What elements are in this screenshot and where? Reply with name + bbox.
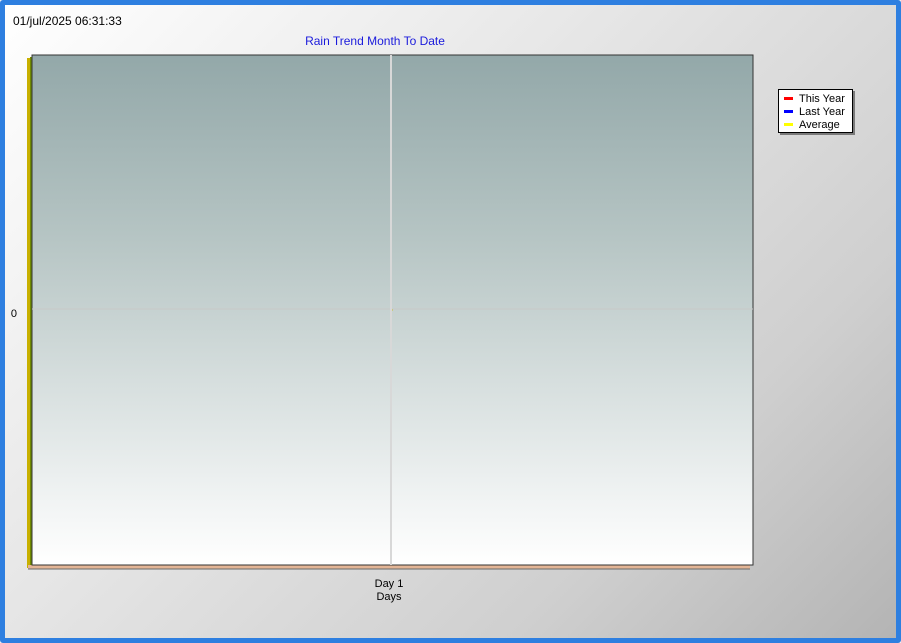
y-tick-label: 0	[11, 308, 17, 320]
x-axis-label: Days	[376, 591, 402, 603]
legend-swatch-last-year	[784, 110, 793, 113]
plot-floor	[28, 565, 750, 569]
legend-item-last-year: Last Year	[784, 105, 845, 118]
legend-item-this-year: This Year	[784, 92, 845, 105]
chart-canvas: Rain Trend Month To Date 0 Day 1 Days	[11, 34, 754, 603]
legend-swatch-this-year	[784, 97, 793, 100]
legend-label-last-year: Last Year	[799, 105, 845, 118]
legend-label-average: Average	[799, 118, 840, 131]
legend-item-average: Average	[784, 118, 840, 131]
legend-label-this-year: This Year	[799, 92, 845, 105]
legend-swatch-average	[784, 123, 793, 126]
chart-legend: This Year Last Year Average	[778, 89, 853, 133]
series-layer	[392, 309, 393, 311]
chart-title: Rain Trend Month To Date	[305, 34, 445, 48]
x-tick-label: Day 1	[375, 578, 404, 590]
series-point-average-0	[392, 309, 393, 311]
